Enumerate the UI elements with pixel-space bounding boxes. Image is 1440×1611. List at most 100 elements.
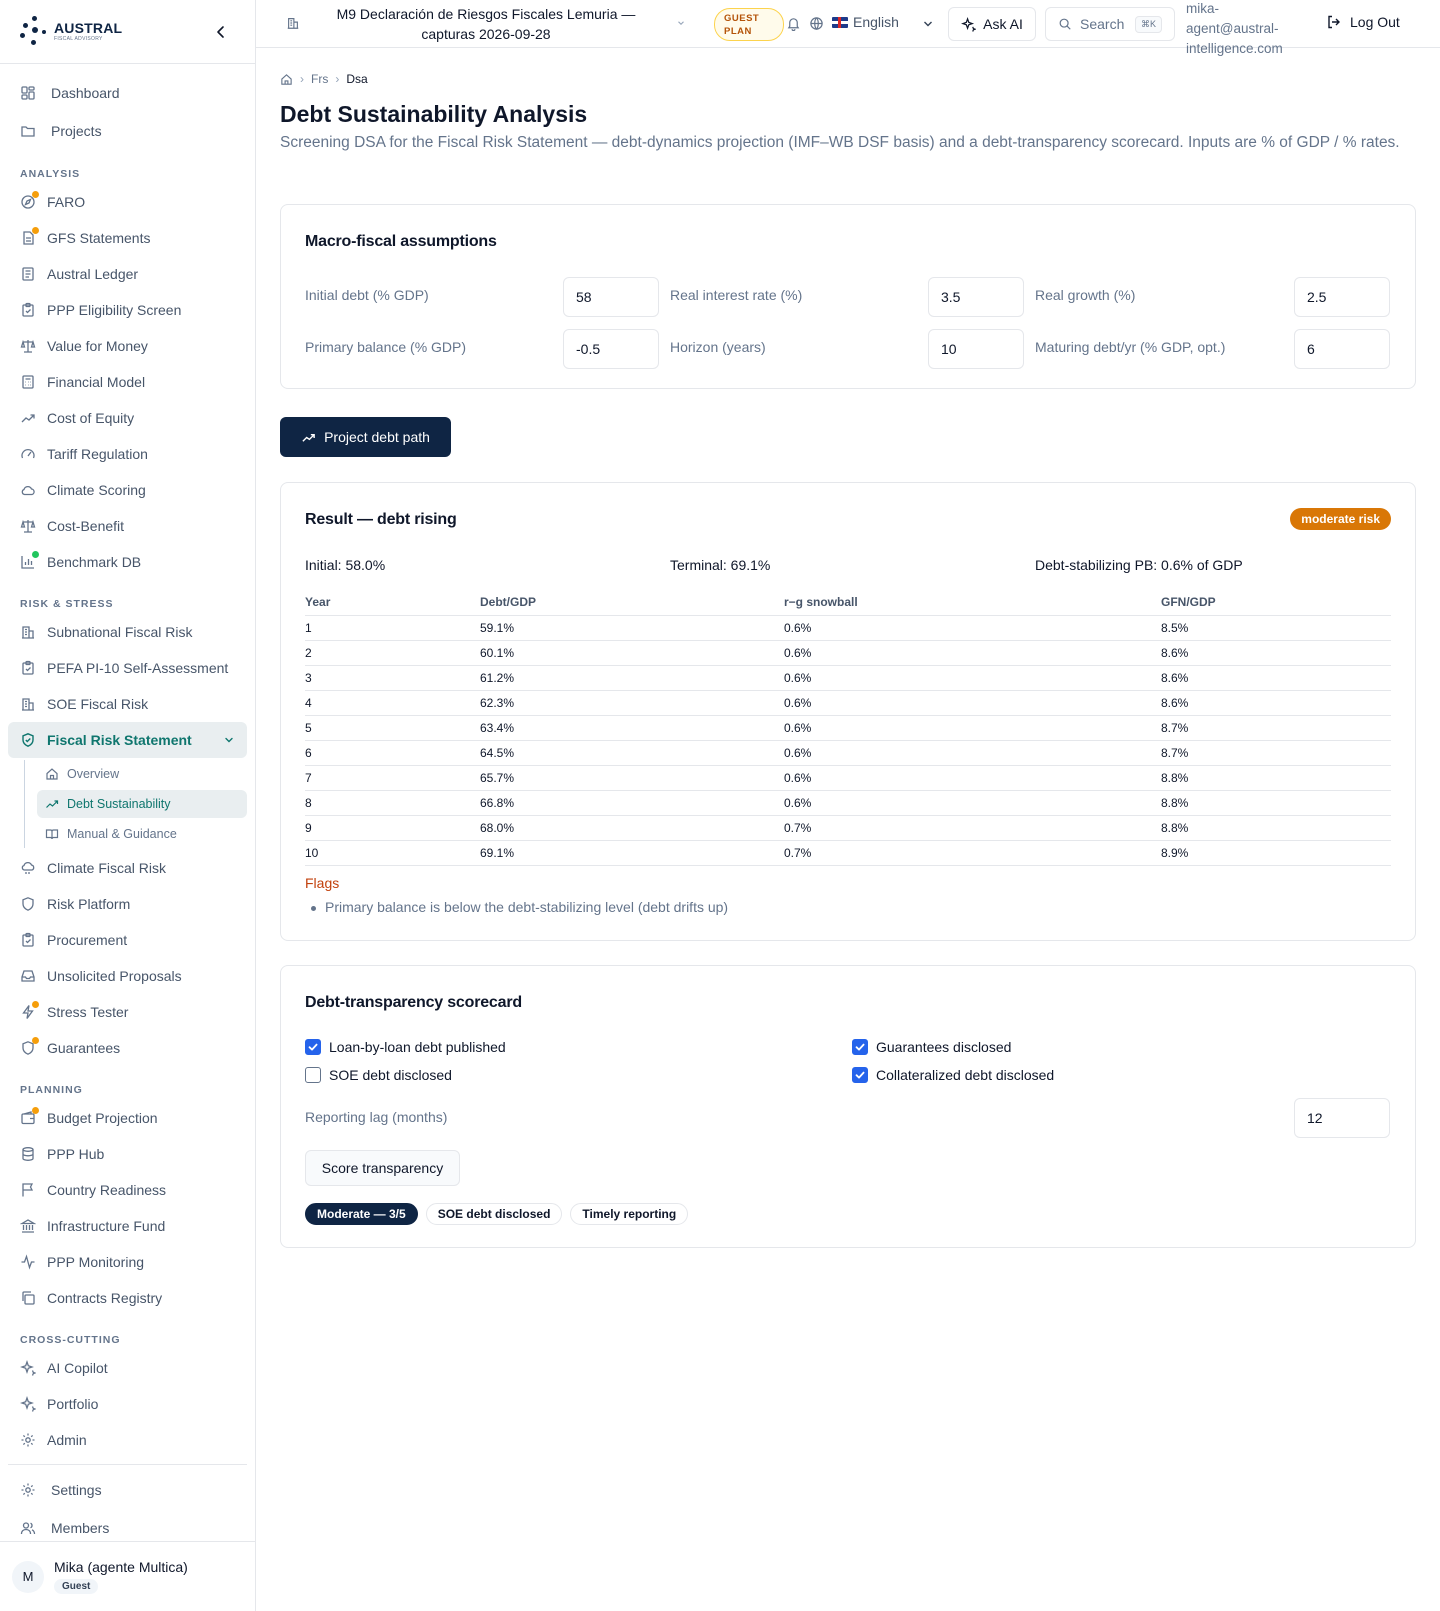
table-cell: 0.7%: [784, 815, 1161, 841]
sidebar-item-value-for-money[interactable]: Value for Money: [8, 328, 247, 364]
sidebar-subitem-manual-guidance[interactable]: Manual & Guidance: [37, 820, 247, 848]
horizon-input[interactable]: [928, 329, 1024, 369]
folder-icon: [20, 123, 36, 139]
language-selector[interactable]: English: [832, 14, 899, 30]
sidebar-item-settings[interactable]: Settings: [8, 1471, 247, 1509]
table-cell: 64.5%: [480, 740, 784, 766]
sidebar-item-label: Risk Platform: [47, 896, 131, 912]
sparkles-icon: [961, 16, 983, 32]
brand-subtitle: FISCAL ADVISORY: [54, 36, 103, 42]
sidebar-item-pefa-pi-10[interactable]: PEFA PI-10 Self-Assessment: [8, 650, 247, 686]
chevron-left-icon[interactable]: [211, 22, 231, 42]
checkbox-guarantees[interactable]: Guarantees disclosed: [852, 1039, 1011, 1055]
sidebar-item-country-readiness[interactable]: Country Readiness: [8, 1172, 247, 1208]
table-row: 1 59.1% 0.6% 8.5%: [305, 615, 1391, 641]
checkbox-icon[interactable]: [852, 1039, 868, 1055]
sidebar-item-ppp-hub[interactable]: PPP Hub: [8, 1136, 247, 1172]
transparency-title: Debt-transparency scorecard: [305, 994, 522, 1011]
assumptions-card: Macro-fiscal assumptions Initial debt (%…: [280, 204, 1416, 389]
sidebar-item-unsolicited-proposals[interactable]: Unsolicited Proposals: [8, 958, 247, 994]
sidebar-item-tariff-regulation[interactable]: Tariff Regulation: [8, 436, 247, 472]
zap-icon: [20, 1001, 39, 1020]
checkbox-loan-by-loan[interactable]: Loan-by-loan debt published: [305, 1039, 506, 1055]
sidebar-item-fiscal-risk-statement[interactable]: Fiscal Risk Statement: [8, 722, 247, 758]
checkbox-soe-debt[interactable]: SOE debt disclosed: [305, 1067, 452, 1083]
sidebar-item-procurement[interactable]: Procurement: [8, 922, 247, 958]
trending-up-icon: [301, 430, 324, 445]
sidebar-item-benchmark-db[interactable]: Benchmark DB: [8, 544, 247, 580]
table-cell: 68.0%: [480, 815, 784, 841]
file-icon: [20, 227, 39, 246]
sidebar-item-ppp-monitoring[interactable]: PPP Monitoring: [8, 1244, 247, 1280]
checkbox-icon[interactable]: [852, 1067, 868, 1083]
brand-logo-icon[interactable]: [18, 15, 50, 49]
sidebar-item-financial-model[interactable]: Financial Model: [8, 364, 247, 400]
sparkles-icon: [20, 1360, 36, 1376]
initial-debt-input[interactable]: [563, 277, 659, 317]
logout-button[interactable]: Log Out: [1326, 14, 1400, 30]
breadcrumb-parent[interactable]: Frs: [311, 72, 328, 86]
score-transparency-button[interactable]: Score transparency: [305, 1150, 460, 1186]
sidebar-item-stress-tester[interactable]: Stress Tester: [8, 994, 247, 1030]
sidebar-item-admin[interactable]: Admin: [8, 1422, 247, 1458]
project-debt-path-label: Project debt path: [324, 429, 430, 445]
clipboard-icon: [20, 302, 36, 318]
sidebar-item-soe-fiscal-risk[interactable]: SOE Fiscal Risk: [8, 686, 247, 722]
table-cell: 0.6%: [784, 790, 1161, 816]
scale-icon: [20, 338, 36, 354]
sidebar-item-contracts-registry[interactable]: Contracts Registry: [8, 1280, 247, 1316]
real-interest-label: Real interest rate (%): [670, 287, 803, 303]
breadcrumb-current: Dsa: [346, 72, 368, 86]
table-cell: 8.9%: [1161, 840, 1391, 866]
ask-ai-button[interactable]: Ask AI: [948, 7, 1036, 41]
cloud-rain-icon: [20, 860, 36, 876]
project-debt-path-button[interactable]: Project debt path: [280, 417, 451, 457]
globe-icon[interactable]: [809, 16, 824, 31]
sidebar-item-portfolio[interactable]: Portfolio: [8, 1386, 247, 1422]
sidebar-item-cost-of-equity[interactable]: Cost of Equity: [8, 400, 247, 436]
trending-up-icon: [45, 797, 59, 811]
sidebar-item-dashboard[interactable]: Dashboard: [8, 74, 247, 112]
sidebar-item-climate-scoring[interactable]: Climate Scoring: [8, 472, 247, 508]
chevron-down-icon[interactable]: [676, 18, 686, 28]
home-icon[interactable]: [280, 73, 293, 86]
table-cell: 8.6%: [1161, 665, 1391, 691]
sidebar-item-cost-benefit[interactable]: Cost-Benefit: [8, 508, 247, 544]
sidebar-item-ai-copilot[interactable]: AI Copilot: [8, 1350, 247, 1386]
sidebar-item-austral-ledger[interactable]: Austral Ledger: [8, 256, 247, 292]
sidebar-item-guarantees[interactable]: Guarantees: [8, 1030, 247, 1066]
checkbox-icon[interactable]: [305, 1067, 321, 1083]
user-profile[interactable]: M Mika (agente Multica) Guest: [0, 1541, 255, 1611]
sidebar-item-risk-platform[interactable]: Risk Platform: [8, 886, 247, 922]
real-growth-input[interactable]: [1294, 277, 1390, 317]
table-row: 8 66.8% 0.6% 8.8%: [305, 790, 1391, 816]
table-cell: 0.6%: [784, 765, 1161, 791]
real-interest-input[interactable]: [928, 277, 1024, 317]
fiscal-risk-subnav: Overview Debt Sustainability Manual & Gu…: [24, 760, 247, 848]
sidebar-item-projects[interactable]: Projects: [8, 112, 247, 150]
maturing-debt-input[interactable]: [1294, 329, 1390, 369]
table-cell: 62.3%: [480, 690, 784, 716]
user-name: Mika (agente Multica): [54, 1559, 188, 1575]
table-cell: 6: [305, 740, 480, 766]
sidebar-subitem-overview[interactable]: Overview: [37, 760, 247, 788]
table-row: 10 69.1% 0.7% 8.9%: [305, 840, 1391, 866]
sidebar-item-gfs-statements[interactable]: GFS Statements: [8, 220, 247, 256]
primary-balance-input[interactable]: [563, 329, 659, 369]
bell-icon[interactable]: [786, 16, 801, 31]
sidebar-item-infrastructure-fund[interactable]: Infrastructure Fund: [8, 1208, 247, 1244]
sidebar-item-climate-fiscal-risk[interactable]: Climate Fiscal Risk: [8, 850, 247, 886]
sidebar-subitem-debt-sustainability[interactable]: Debt Sustainability: [37, 790, 247, 818]
checkbox-icon[interactable]: [305, 1039, 321, 1055]
sidebar-subitem-label: Manual & Guidance: [67, 827, 177, 841]
chevron-down-icon[interactable]: [223, 734, 235, 746]
reporting-lag-input[interactable]: [1294, 1098, 1390, 1138]
sidebar-item-faro[interactable]: FARO: [8, 184, 247, 220]
sidebar-item-budget-projection[interactable]: Budget Projection: [8, 1100, 247, 1136]
project-selector[interactable]: M9 Declaración de Riesgos Fiscales Lemur…: [316, 4, 656, 44]
sidebar-item-subnational-fiscal-risk[interactable]: Subnational Fiscal Risk: [8, 614, 247, 650]
sidebar-item-ppp-eligibility-screen[interactable]: PPP Eligibility Screen: [8, 292, 247, 328]
search-button[interactable]: Search ⌘K: [1045, 7, 1175, 41]
checkbox-collateralized-debt[interactable]: Collateralized debt disclosed: [852, 1067, 1054, 1083]
chevron-down-icon[interactable]: [922, 18, 934, 30]
